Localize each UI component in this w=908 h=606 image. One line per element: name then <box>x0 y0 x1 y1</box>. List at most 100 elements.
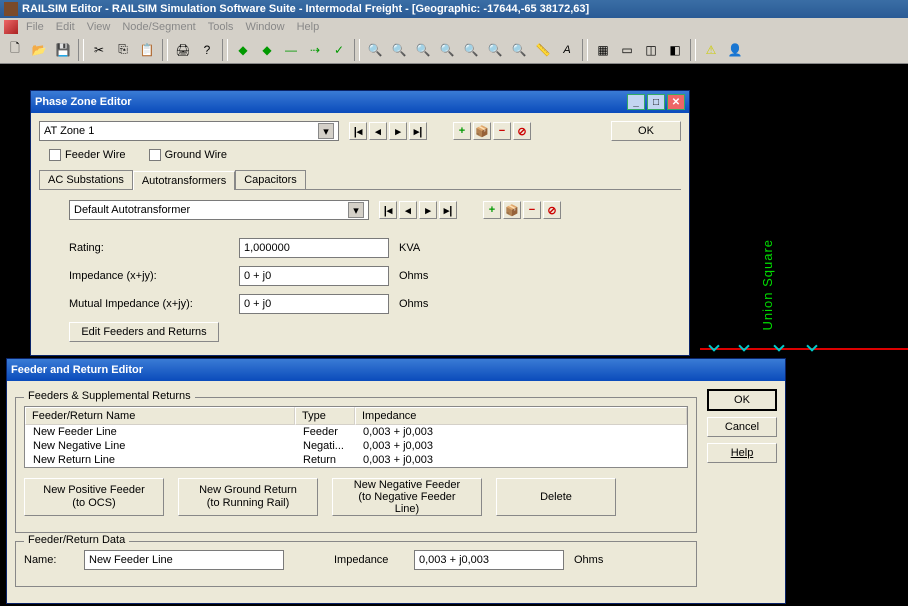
impedance-input[interactable]: 0 + j0 <box>239 266 389 286</box>
col-name[interactable]: Feeder/Return Name <box>25 407 295 425</box>
impedance-input[interactable]: 0,003 + j0,003 <box>414 550 564 570</box>
shape-icon[interactable]: ◫ <box>640 39 662 61</box>
next-icon[interactable]: ▸ <box>389 122 407 140</box>
zone-select[interactable]: AT Zone 1 ▾ <box>39 121 339 141</box>
warn-icon[interactable]: ⚠ <box>700 39 722 61</box>
ruler-icon[interactable]: 📏 <box>532 39 554 61</box>
next-icon[interactable]: ▸ <box>419 201 437 219</box>
segment-icon2[interactable]: ⇢ <box>304 39 326 61</box>
zoom-icon3[interactable]: 🔍 <box>484 39 506 61</box>
table-row[interactable]: New Negative Line Negati... 0,003 + j0,0… <box>25 439 687 453</box>
shape2-icon[interactable]: ◧ <box>664 39 686 61</box>
feeder-data-label: Feeder/Return Data <box>24 534 129 546</box>
last-icon[interactable]: ▸| <box>439 201 457 219</box>
ok-button[interactable]: OK <box>611 121 681 141</box>
app-icon <box>4 2 18 16</box>
first-icon[interactable]: |◂ <box>379 201 397 219</box>
help-icon[interactable]: ? <box>196 39 218 61</box>
package-icon[interactable]: 📦 <box>473 122 491 140</box>
new-ground-return-button[interactable]: New Ground Return (to Running Rail) <box>178 478 318 516</box>
feeder-titlebar[interactable]: Feeder and Return Editor <box>7 359 785 381</box>
save-icon[interactable]: 💾 <box>52 39 74 61</box>
new-icon[interactable]: 🗋 <box>4 39 26 61</box>
mutual-impedance-unit: Ohms <box>399 298 439 310</box>
edit-feeders-button[interactable]: Edit Feeders and Returns <box>69 322 219 342</box>
table-row[interactable]: New Feeder Line Feeder 0,003 + j0,003 <box>25 425 687 439</box>
new-positive-feeder-button[interactable]: New Positive Feeder (to OCS) <box>24 478 164 516</box>
last-icon[interactable]: ▸| <box>409 122 427 140</box>
chevron-down-icon[interactable]: ▾ <box>348 202 364 218</box>
phase-zone-titlebar[interactable]: Phase Zone Editor _ □ ✕ <box>31 91 689 113</box>
tab-bar: AC Substations Autotransformers Capacito… <box>39 170 681 190</box>
tab-autotransformers[interactable]: Autotransformers <box>133 171 235 190</box>
menu-tools[interactable]: Tools <box>208 21 234 33</box>
delete-button[interactable]: Delete <box>496 478 616 516</box>
ground-wire-checkbox[interactable]: Ground Wire <box>149 149 227 161</box>
cancel-button[interactable]: Cancel <box>707 417 777 437</box>
add-icon[interactable]: + <box>453 122 471 140</box>
first-icon[interactable]: |◂ <box>349 122 367 140</box>
impedance-unit: Ohms <box>399 270 439 282</box>
add-icon[interactable]: + <box>483 201 501 219</box>
cut-icon[interactable]: ✂ <box>88 39 110 61</box>
help-button[interactable]: Help <box>707 443 777 463</box>
menu-help[interactable]: Help <box>297 21 320 33</box>
phase-zone-dialog: Phase Zone Editor _ □ ✕ AT Zone 1 ▾ |◂ ◂… <box>30 90 690 356</box>
close-button[interactable]: ✕ <box>667 94 685 110</box>
rating-input[interactable]: 1,000000 <box>239 238 389 258</box>
impedance-label: Impedance (x+jy): <box>69 270 229 282</box>
zoom-fit-icon[interactable]: 🔍 <box>436 39 458 61</box>
zone-select-value: AT Zone 1 <box>44 125 94 137</box>
zoom-icon4[interactable]: 🔍 <box>508 39 530 61</box>
menu-window[interactable]: Window <box>245 21 284 33</box>
segment-icon[interactable]: — <box>280 39 302 61</box>
zoom-in-icon[interactable]: 🔍 <box>364 39 386 61</box>
ok-icon[interactable]: ✓ <box>328 39 350 61</box>
paste-icon[interactable]: 📋 <box>136 39 158 61</box>
new-negative-feeder-button[interactable]: New Negative Feeder (to Negative Feeder … <box>332 478 482 516</box>
mutual-impedance-label: Mutual Impedance (x+jy): <box>69 298 229 310</box>
remove-icon[interactable]: − <box>523 201 541 219</box>
col-type[interactable]: Type <box>295 407 355 425</box>
zoom-out-icon[interactable]: 🔍 <box>388 39 410 61</box>
clear-icon[interactable]: ⊘ <box>513 122 531 140</box>
person-icon[interactable]: 👤 <box>724 39 746 61</box>
ok-button[interactable]: OK <box>707 389 777 411</box>
remove-icon[interactable]: − <box>493 122 511 140</box>
tab-capacitors[interactable]: Capacitors <box>235 170 306 189</box>
tab-ac-substations[interactable]: AC Substations <box>39 170 133 189</box>
node-edit-icon[interactable]: ◆ <box>256 39 278 61</box>
package-icon[interactable]: 📦 <box>503 201 521 219</box>
zoom-icon[interactable]: 🔍 <box>412 39 434 61</box>
name-input[interactable]: New Feeder Line <box>84 550 284 570</box>
chevron-down-icon[interactable]: ▾ <box>318 123 334 139</box>
rating-label: Rating: <box>69 242 229 254</box>
grid-icon[interactable]: ▦ <box>592 39 614 61</box>
clear-icon[interactable]: ⊘ <box>543 201 561 219</box>
phase-zone-title: Phase Zone Editor <box>35 96 132 108</box>
app-title: RAILSIM Editor - RAILSIM Simulation Soft… <box>22 3 589 15</box>
prev-icon[interactable]: ◂ <box>369 122 387 140</box>
open-icon[interactable]: 📂 <box>28 39 50 61</box>
zoom-icon2[interactable]: 🔍 <box>460 39 482 61</box>
autotransformer-select[interactable]: Default Autotransformer ▾ <box>69 200 369 220</box>
font-icon[interactable]: A <box>556 39 578 61</box>
node-add-icon[interactable]: ◆ <box>232 39 254 61</box>
col-impedance[interactable]: Impedance <box>355 407 687 425</box>
prev-icon[interactable]: ◂ <box>399 201 417 219</box>
table-row[interactable]: New Return Line Return 0,003 + j0,003 <box>25 453 687 467</box>
copy-icon[interactable]: ⎘ <box>112 39 134 61</box>
rect-icon[interactable]: ▭ <box>616 39 638 61</box>
menu-node[interactable]: Node/Segment <box>122 21 195 33</box>
menu-file[interactable]: File <box>26 21 44 33</box>
print-icon[interactable]: 🖨 <box>172 39 194 61</box>
menu-view[interactable]: View <box>87 21 111 33</box>
minimize-button[interactable]: _ <box>627 94 645 110</box>
feeder-dialog: Feeder and Return Editor Feeders & Suppl… <box>6 358 786 604</box>
feeder-title: Feeder and Return Editor <box>11 364 143 376</box>
menu-edit[interactable]: Edit <box>56 21 75 33</box>
mutual-impedance-input[interactable]: 0 + j0 <box>239 294 389 314</box>
feeder-wire-checkbox[interactable]: Feeder Wire <box>49 149 126 161</box>
rating-unit: KVA <box>399 242 439 254</box>
maximize-button[interactable]: □ <box>647 94 665 110</box>
